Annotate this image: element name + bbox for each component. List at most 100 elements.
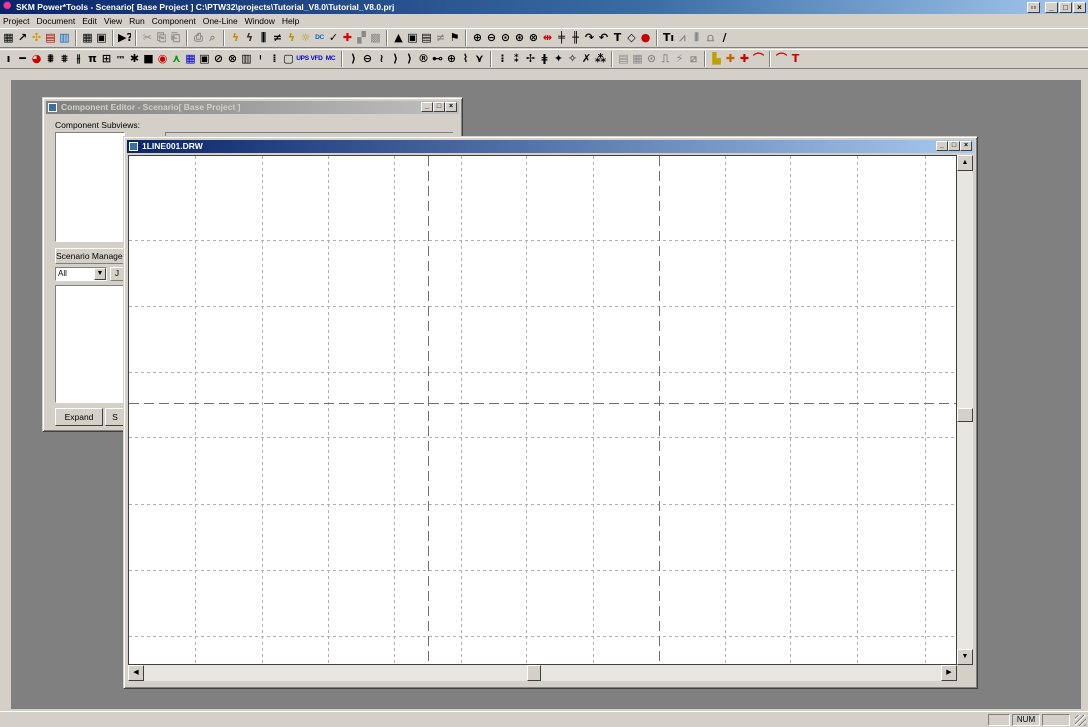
component-tool-icon-0-1[interactable]: ━	[16, 52, 29, 66]
menu-component[interactable]: Component	[152, 16, 196, 26]
component-tool-icon-2-4[interactable]: ✦	[552, 52, 565, 66]
main-tool-icon-4-1[interactable]: ⌕	[206, 31, 219, 45]
component-tool-icon-2-0[interactable]: ⁝	[496, 52, 509, 66]
component-tool-icon-2-1[interactable]: ⁑	[510, 52, 523, 66]
component-tool-icon-3-4[interactable]: ⚡	[673, 52, 686, 66]
component-tool-icon-0-18[interactable]: ᵎ	[254, 52, 267, 66]
component-tool-icon-0-2[interactable]: ◕	[30, 52, 43, 66]
component-tool-icon-0-21[interactable]: UPS	[296, 52, 309, 66]
component-tool-icon-2-6[interactable]: ✗	[580, 52, 593, 66]
component-tool-icon-0-16[interactable]: ⊗	[226, 52, 239, 66]
main-tool-icon-7-4[interactable]: ⊗	[527, 31, 540, 45]
scroll-down-arrow-icon[interactable]: ▼	[957, 649, 973, 665]
component-tool-icon-1-1[interactable]: ⊖	[361, 52, 374, 66]
main-tool-icon-5-1[interactable]: ϟ	[243, 31, 256, 45]
drawing-maximize-button[interactable]: □	[948, 141, 960, 151]
main-tool-icon-5-5[interactable]: ☼	[299, 31, 312, 45]
component-tool-icon-0-17[interactable]: ▥	[240, 52, 253, 66]
component-tool-icon-5-1[interactable]: T	[789, 52, 802, 66]
editor-close-button[interactable]: ×	[445, 102, 457, 112]
vertical-scroll-thumb[interactable]	[957, 408, 973, 422]
main-tool-icon-7-5[interactable]: ⇹	[541, 31, 554, 45]
editor-minimize-button[interactable]: _	[421, 102, 433, 112]
component-tool-icon-4-1[interactable]: ✚	[724, 52, 737, 66]
main-tool-icon-0-4[interactable]: ▥	[58, 31, 71, 45]
chevron-down-icon[interactable]: ▼	[94, 268, 106, 280]
window-resize-grip[interactable]	[1075, 715, 1086, 726]
main-tool-icon-4-0[interactable]: ⎙	[192, 31, 205, 45]
main-tool-icon-5-2[interactable]: ⫼	[257, 31, 270, 45]
component-tool-icon-2-7[interactable]: ⁂	[594, 52, 607, 66]
minimize-button[interactable]: _	[1045, 2, 1058, 13]
menu-run[interactable]: Run	[129, 16, 145, 26]
component-tool-icon-0-11[interactable]: ◉	[156, 52, 169, 66]
component-tool-icon-3-0[interactable]: ▤	[617, 52, 630, 66]
main-tool-icon-7-2[interactable]: ⊙	[499, 31, 512, 45]
component-tool-icon-2-3[interactable]: ǂ	[538, 52, 551, 66]
main-tool-icon-5-8[interactable]: ✚	[341, 31, 354, 45]
component-tool-icon-0-4[interactable]: ⩨	[58, 52, 71, 66]
component-tool-icon-0-10[interactable]: ■	[142, 52, 155, 66]
main-tool-icon-5-9[interactable]: ▞	[355, 31, 368, 45]
menu-project[interactable]: Project	[3, 16, 29, 26]
menu-help[interactable]: Help	[282, 16, 299, 26]
main-tool-icon-5-6[interactable]: DC	[313, 31, 326, 45]
maximize-button[interactable]: □	[1059, 2, 1072, 13]
menu-document[interactable]: Document	[36, 16, 75, 26]
component-tool-icon-1-5[interactable]: ®	[417, 52, 430, 66]
component-subviews-list[interactable]	[55, 132, 125, 242]
component-tool-icon-4-2[interactable]: ✚	[738, 52, 751, 66]
component-tool-icon-1-9[interactable]: ⋎	[473, 52, 486, 66]
main-tool-icon-8-4[interactable]: ∕	[718, 31, 731, 45]
main-tool-icon-5-3[interactable]: ≠	[271, 31, 284, 45]
horizontal-scroll-thumb[interactable]	[527, 665, 541, 681]
component-tool-icon-1-7[interactable]: ⊕	[445, 52, 458, 66]
expand-button[interactable]: Expand	[55, 408, 103, 426]
size-grip[interactable]	[957, 665, 973, 681]
main-tool-icon-7-3[interactable]: ⊛	[513, 31, 526, 45]
main-tool-icon-1-1[interactable]: ▣	[95, 31, 108, 45]
component-tool-icon-1-8[interactable]: ⌇	[459, 52, 472, 66]
main-tool-icon-6-2[interactable]: ▤	[420, 31, 433, 45]
component-editor-title-bar[interactable]: Component Editor - Scenario[ Base Projec…	[46, 101, 459, 114]
main-tool-icon-6-3[interactable]: ≠	[434, 31, 447, 45]
drawing-close-button[interactable]: ×	[960, 141, 972, 151]
secondary-button[interactable]: S	[105, 408, 125, 426]
component-tool-icon-5-0[interactable]: ⌒	[775, 52, 788, 66]
main-tool-icon-8-0[interactable]: Tı	[662, 31, 675, 45]
component-tool-icon-1-4[interactable]: ⟩	[403, 52, 416, 66]
menu-one-line[interactable]: One-Line	[203, 16, 238, 26]
main-tool-icon-0-3[interactable]: ▤	[44, 31, 57, 45]
drawing-canvas[interactable]	[128, 155, 957, 665]
mdi-restore-button[interactable]: ▫▫	[1027, 2, 1040, 13]
component-tool-icon-0-23[interactable]: MC	[324, 52, 337, 66]
main-tool-icon-7-1[interactable]: ⊖	[485, 31, 498, 45]
editor-maximize-button[interactable]: □	[433, 102, 445, 112]
component-tool-icon-0-14[interactable]: ▣	[198, 52, 211, 66]
main-tool-icon-5-4[interactable]: ϟ	[285, 31, 298, 45]
component-list[interactable]	[55, 285, 125, 403]
component-tool-icon-0-6[interactable]: π	[86, 52, 99, 66]
component-tool-icon-0-13[interactable]: ▦	[184, 52, 197, 66]
main-tool-icon-5-0[interactable]: ϟ	[229, 31, 242, 45]
main-tool-icon-7-7[interactable]: ╫	[569, 31, 582, 45]
component-tool-icon-2-2[interactable]: ✢	[524, 52, 537, 66]
main-tool-icon-6-0[interactable]: ▲	[392, 31, 405, 45]
menu-view[interactable]: View	[104, 16, 122, 26]
component-tool-icon-0-22[interactable]: VFD	[310, 52, 323, 66]
component-tool-icon-2-5[interactable]: ✧	[566, 52, 579, 66]
main-tool-icon-5-7[interactable]: ✓	[327, 31, 340, 45]
vertical-scrollbar[interactable]: ▲ ▼	[957, 155, 973, 665]
component-tool-icon-0-5[interactable]: ⫲	[72, 52, 85, 66]
component-tool-icon-0-8[interactable]: ᵐᵐ	[114, 52, 127, 66]
main-tool-icon-6-1[interactable]: ▣	[406, 31, 419, 45]
component-tool-icon-1-6[interactable]: ⊷	[431, 52, 444, 66]
scenario-manager-tab[interactable]: Scenario Manager	[55, 248, 125, 264]
menu-window[interactable]: Window	[245, 16, 275, 26]
drawing-window-title-bar[interactable]: 1LINE001.DRW _ □ ×	[127, 140, 974, 153]
main-tool-icon-0-0[interactable]: ▦	[2, 31, 15, 45]
component-tool-icon-0-19[interactable]: ⁞	[268, 52, 281, 66]
component-tool-icon-4-3[interactable]: ⌒	[752, 52, 765, 66]
scroll-up-arrow-icon[interactable]: ▲	[957, 155, 973, 171]
scroll-left-arrow-icon[interactable]: ◀	[128, 665, 144, 681]
